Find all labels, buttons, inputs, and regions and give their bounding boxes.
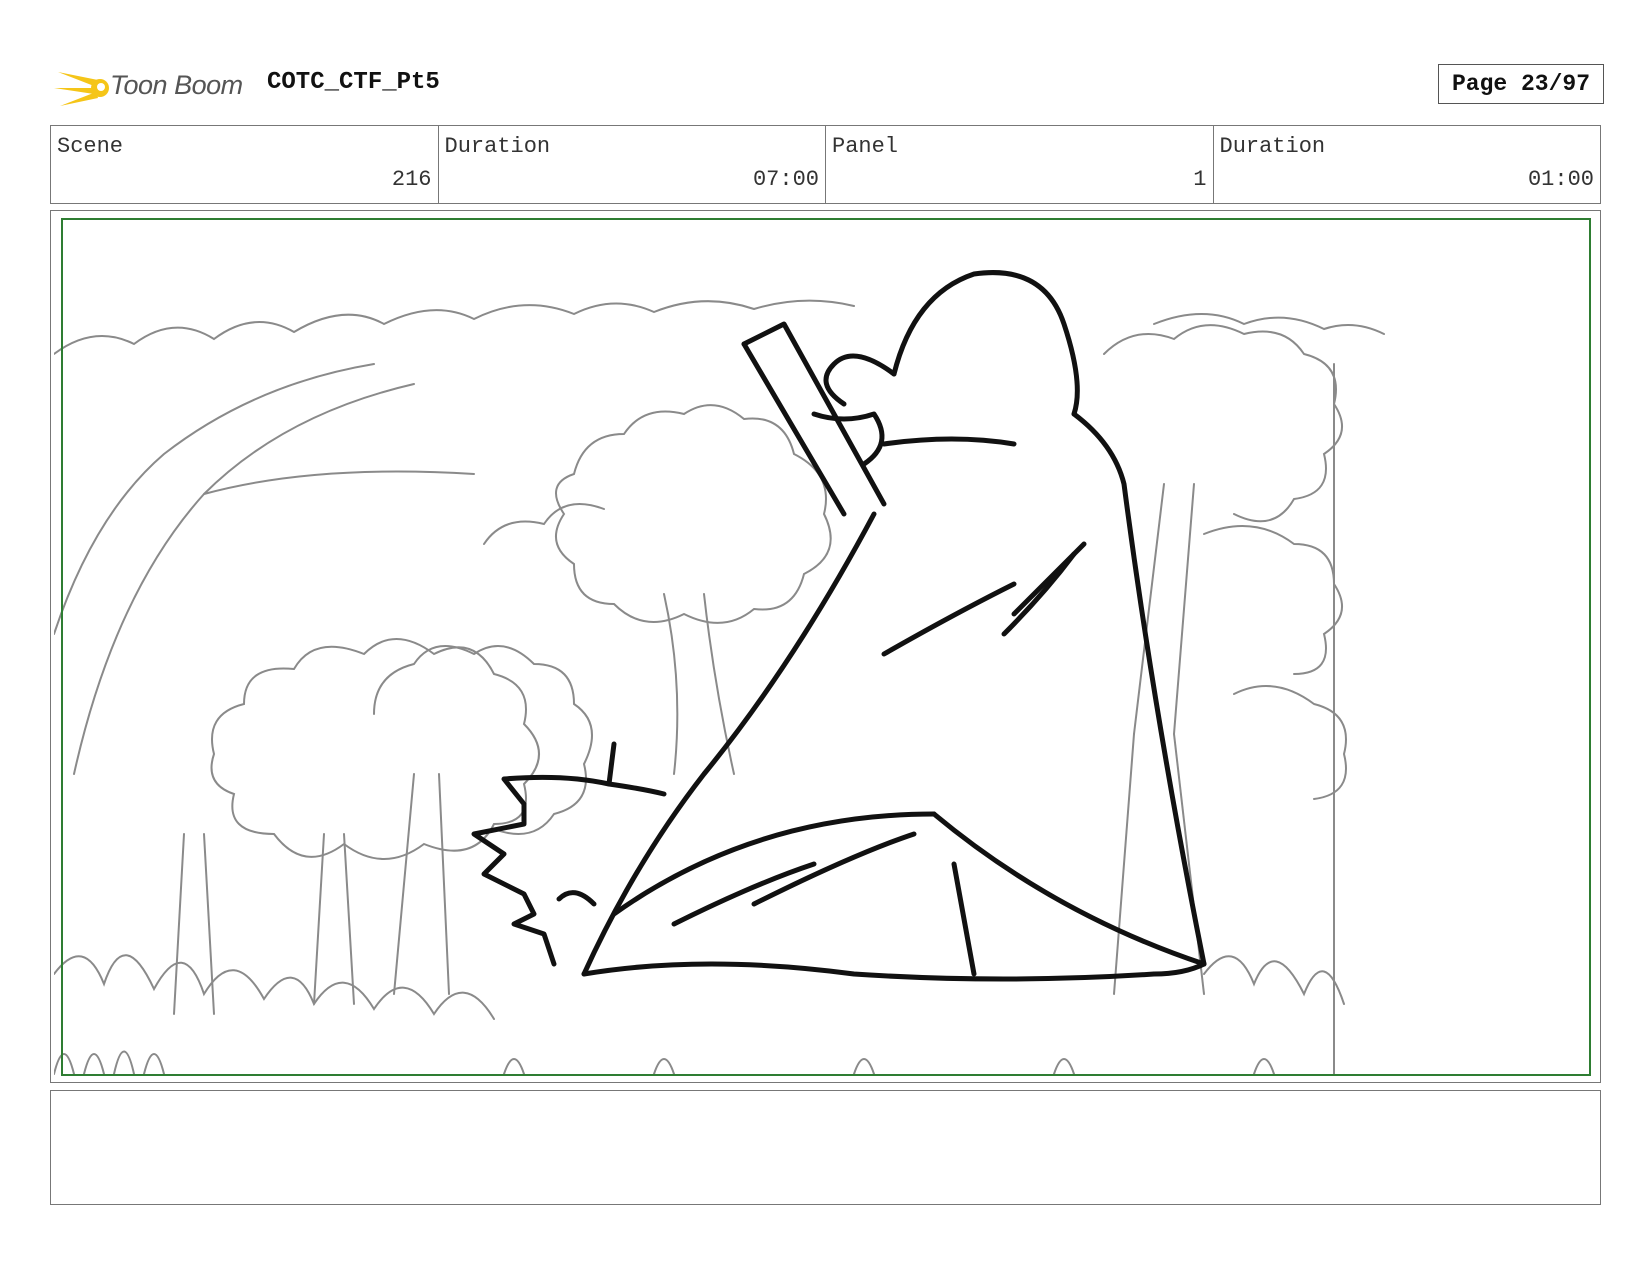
scene-info-row: Scene 216 Duration 07:00 Panel 1 Duratio… [50, 125, 1601, 204]
panel-notes-box [50, 1090, 1601, 1205]
panel-label: Panel [832, 134, 899, 159]
scene-duration-cell: Duration 07:00 [439, 126, 826, 203]
panel-duration-label: Duration [1219, 134, 1326, 159]
scene-duration-label: Duration [444, 134, 551, 159]
panel-duration-cell: Duration 01:00 [1214, 126, 1601, 203]
scene-cell: Scene 216 [51, 126, 439, 203]
scene-duration-value: 07:00 [752, 167, 819, 192]
scene-label: Scene [57, 134, 124, 159]
panel-value: 1 [1193, 167, 1207, 192]
scene-value: 216 [391, 167, 432, 192]
panel-duration-value: 01:00 [1527, 167, 1594, 192]
logo-text: Toon Boom [110, 70, 243, 100]
storyboard-panel-drawing [54, 270, 1385, 1075]
panel-cell: Panel 1 [826, 126, 1214, 203]
cloaked-character [471, 270, 1207, 982]
page-indicator: Page 23/97 [1438, 64, 1604, 104]
project-name: COTC_CTF_Pt5 [267, 69, 440, 96]
